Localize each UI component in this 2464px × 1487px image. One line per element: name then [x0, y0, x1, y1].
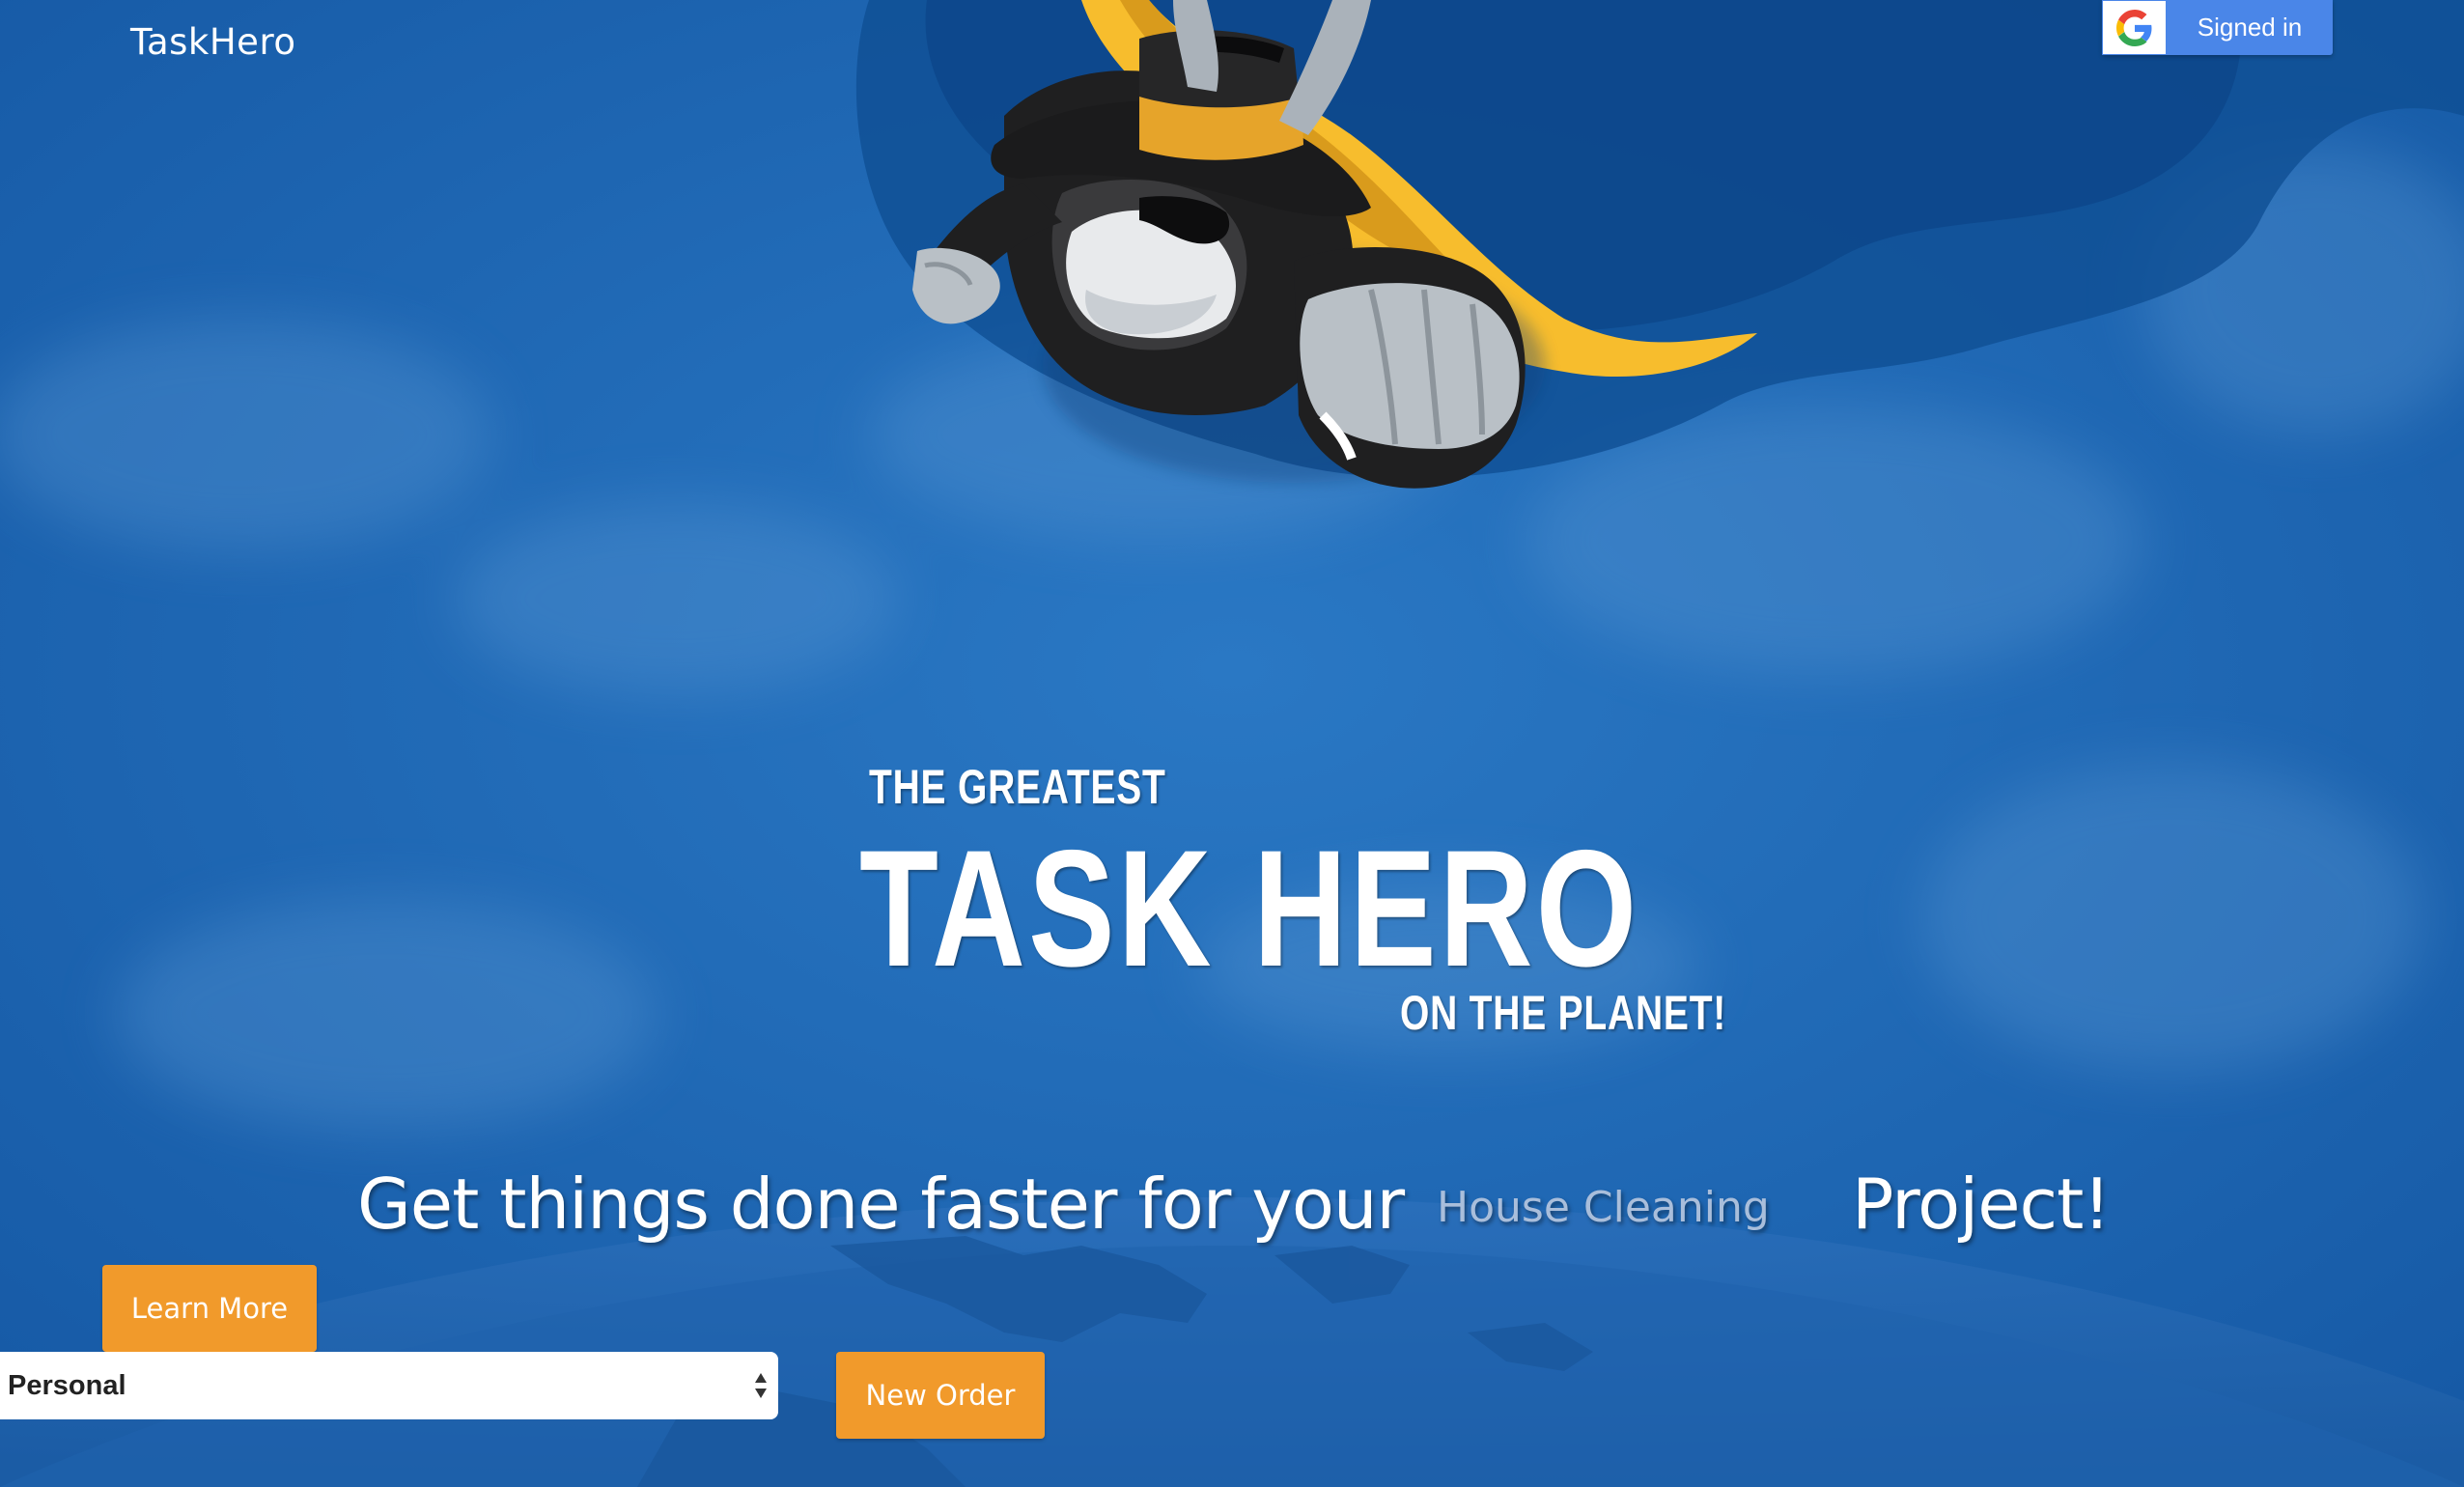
select-arrows-icon [755, 1373, 767, 1398]
tagline-rotating-word: House Cleaning [1437, 1183, 1770, 1232]
order-type-select[interactable]: Personal [0, 1352, 778, 1419]
learn-more-button[interactable]: Learn More [102, 1265, 317, 1352]
landing-page: TaskHero Signed in THE GREATEST TASK HER… [0, 0, 2464, 1487]
google-signin-button[interactable]: Signed in [2102, 0, 2333, 55]
google-signin-label: Signed in [2197, 13, 2303, 42]
hero-line-on-the-planet: ON THE PLANET! [1400, 986, 1727, 1040]
google-g-icon [2102, 0, 2167, 55]
hero-line-the-greatest: THE GREATEST [869, 760, 1166, 814]
brand-logo-link[interactable]: TaskHero [130, 21, 295, 63]
tagline-prefix: Get things done faster for your [357, 1164, 1405, 1245]
new-order-button[interactable]: New Order [836, 1352, 1045, 1439]
hero-background [0, 0, 2464, 1487]
order-type-selected-value: Personal [8, 1369, 126, 1401]
tagline-suffix: Project! [1852, 1164, 2111, 1245]
hero-title-task-hero: TASK HERO [859, 816, 1640, 1001]
